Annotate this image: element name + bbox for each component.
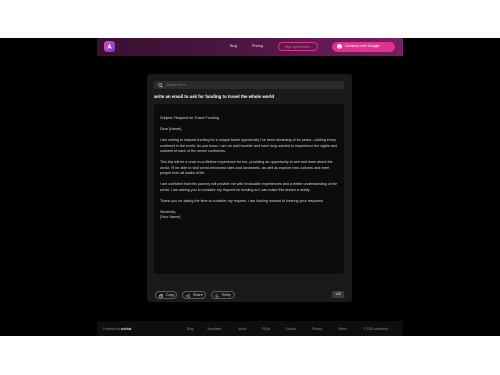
email-paragraph: Subject: Request for Travel Funding — [160, 116, 219, 120]
copy-icon — [159, 293, 163, 298]
share-button[interactable]: Share — [182, 291, 206, 299]
footer-terms-link[interactable]: Terms — [338, 327, 347, 331]
retry-label: Retry — [222, 293, 231, 297]
share-label: Share — [193, 293, 203, 297]
email-paragraph: Thank you for taking the time to conside… — [160, 198, 324, 203]
word-count-badge: 148 — [332, 291, 344, 298]
powered-by: Powered by ordinal — [103, 327, 131, 331]
nav-pricing-link[interactable]: Pricing — [252, 44, 263, 48]
composer-card: write an email to ask for funding to tra… — [147, 74, 352, 302]
continue-with-google-button[interactable]: G Continue with Google — [332, 42, 395, 52]
footer-faqs-link[interactable]: FAQs — [262, 327, 270, 331]
search-icon — [158, 82, 163, 88]
generated-email: Subject: Request for Travel Funding Dear… — [154, 104, 344, 274]
signup-button[interactable]: Sign up free with... — [278, 42, 318, 51]
search-input[interactable] — [166, 81, 336, 89]
prompt-text: write an email to ask for funding to tra… — [154, 94, 275, 99]
email-paragraph: I am writing to request funding for a un… — [160, 137, 338, 154]
share-icon — [186, 293, 190, 298]
google-icon: G — [337, 44, 342, 51]
email-signoff: Sincerely, [Your Name] — [160, 209, 181, 220]
nav-blog-link[interactable]: Blog — [230, 44, 237, 48]
powered-by-prefix: Powered by — [103, 327, 120, 331]
footer-copyright: © 2023 writesonic — [363, 327, 389, 331]
email-paragraph: Dear [Name], — [160, 126, 182, 131]
copy-button[interactable]: Copy — [155, 291, 177, 299]
retry-icon — [215, 293, 219, 298]
footer-blog-link[interactable]: Blog — [187, 327, 193, 331]
footer-about-link[interactable]: About — [238, 327, 246, 331]
retry-button[interactable]: Retry — [211, 291, 235, 299]
app-frame: Blog Pricing Sign up free with... G Cont… — [0, 38, 500, 336]
email-paragraph: I am confident that this journey will pr… — [160, 182, 338, 192]
footer: Powered by ordinal Blog Templates About … — [97, 321, 403, 336]
continue-label: Continue with Google — [345, 44, 380, 48]
footer-privacy-link[interactable]: Privacy — [312, 327, 322, 331]
rocket-icon[interactable] — [104, 41, 115, 52]
email-paragraph: This trip will be a once-in-a-lifetime e… — [160, 160, 333, 176]
footer-contact-link[interactable]: Contact — [285, 327, 296, 331]
top-navbar: Blog Pricing Sign up free with... G Cont… — [97, 38, 403, 56]
powered-by-brand[interactable]: ordinal — [121, 327, 132, 331]
search-bar[interactable] — [154, 81, 344, 89]
copy-label: Copy — [166, 293, 175, 297]
footer-templates-link[interactable]: Templates — [207, 327, 222, 331]
